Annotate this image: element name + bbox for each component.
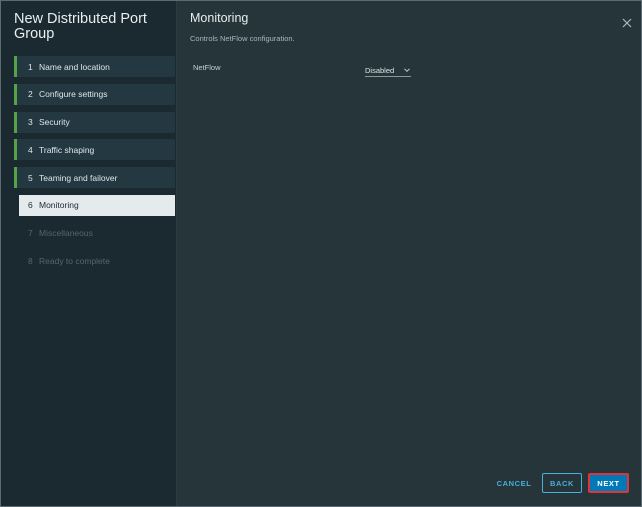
next-button[interactable]: NEXT [588,473,629,493]
step-label: Teaming and failover [39,172,118,183]
step-number: 5 [28,172,33,183]
step-number: 4 [28,144,33,155]
wizard-steps: 1 Name and location 2 Configure settings… [14,56,175,278]
netflow-select-value: Disabled [365,65,395,75]
netflow-label: NetFlow [193,63,221,72]
netflow-select[interactable]: Disabled [365,64,411,77]
step-security[interactable]: 3 Security [14,111,175,133]
step-ready-to-complete: 8 Ready to complete [14,251,175,272]
step-label: Miscellaneous [39,228,93,239]
step-label: Traffic shaping [39,144,95,155]
step-miscellaneous: 7 Miscellaneous [14,223,175,244]
step-label: Security [39,117,70,128]
back-button[interactable]: BACK [542,473,582,493]
cancel-button[interactable]: CANCEL [492,473,536,493]
step-number: 6 [28,200,33,211]
step-configure-settings[interactable]: 2 Configure settings [14,83,175,105]
wizard-sidebar: New Distributed Port Group 1 Name and lo… [1,1,177,506]
wizard-dialog: New Distributed Port Group 1 Name and lo… [0,0,642,507]
close-icon[interactable] [621,16,633,28]
step-number: 8 [28,256,33,267]
step-name-and-location[interactable]: 1 Name and location [14,56,175,77]
step-number: 7 [28,228,33,239]
step-number: 1 [28,61,33,72]
chevron-down-icon [403,66,411,74]
step-traffic-shaping[interactable]: 4 Traffic shaping [14,139,175,161]
page-description: Controls NetFlow configuration. [190,34,295,43]
step-number: 3 [28,117,33,128]
step-number: 2 [28,89,33,100]
wizard-title: New Distributed Port Group [14,11,147,42]
step-label: Ready to complete [39,256,110,267]
step-label: Configure settings [39,89,108,100]
page-title: Monitoring [190,11,249,25]
wizard-main-panel: Monitoring Controls NetFlow configuratio… [177,1,641,506]
step-monitoring[interactable]: 6 Monitoring [19,194,175,216]
step-teaming-and-failover[interactable]: 5 Teaming and failover [14,167,175,189]
step-label: Monitoring [39,200,79,211]
step-label: Name and location [39,61,110,72]
